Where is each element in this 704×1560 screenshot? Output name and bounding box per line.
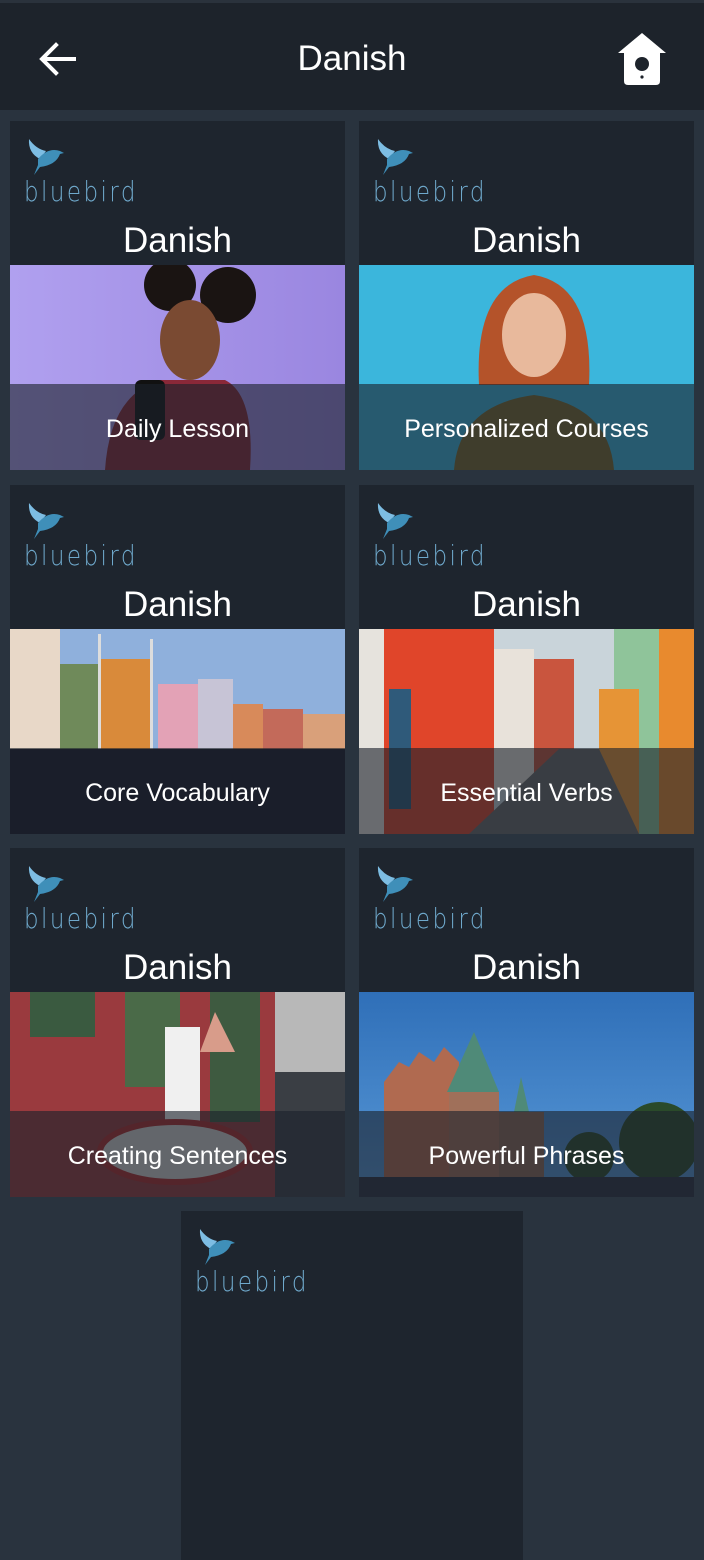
course-card-personalized-courses[interactable]: bluebird Danish Personalized Courses: [359, 121, 694, 470]
app-bar: Danish: [0, 0, 704, 110]
bluebird-icon: [377, 503, 413, 539]
course-card-powerful-phrases[interactable]: bluebird Danish Powerful Phrases: [359, 848, 694, 1197]
bluebird-logo: bluebird: [195, 1225, 335, 1305]
language-label: Danish: [472, 948, 581, 987]
bluebird-logo: bluebird: [24, 862, 164, 942]
bluebird-logo: bluebird: [24, 135, 164, 215]
language-label: Danish: [123, 221, 232, 260]
bluebird-icon: [28, 866, 64, 902]
course-card-core-vocabulary[interactable]: bluebird Danish Core Vocabulary: [10, 485, 345, 834]
brand-name: bluebird: [24, 902, 138, 935]
bluebird-icon: [28, 139, 64, 175]
bluebird-icon: [28, 503, 64, 539]
brand-name: bluebird: [373, 539, 487, 572]
course-title: Daily Lesson: [105, 415, 250, 443]
course-title: Personalized Courses: [404, 415, 649, 443]
brand-name: bluebird: [24, 175, 138, 208]
brand-name: bluebird: [373, 902, 487, 935]
page-title: Danish: [297, 39, 407, 78]
bluebird-logo: bluebird: [24, 499, 164, 579]
course-title: Powerful Phrases: [428, 1142, 625, 1170]
bluebird-icon: [199, 1229, 235, 1265]
course-title: Core Vocabulary: [85, 779, 270, 807]
birdhouse-home-icon: [618, 33, 666, 85]
language-label: Danish: [472, 221, 581, 260]
brand-name: bluebird: [24, 539, 138, 572]
course-title: Creating Sentences: [67, 1142, 288, 1170]
course-card-partial[interactable]: bluebird: [181, 1211, 523, 1560]
bluebird-logo: bluebird: [373, 499, 513, 579]
course-image: Personalized Courses: [359, 265, 694, 470]
language-label: Danish: [472, 585, 581, 624]
bluebird-logo: bluebird: [373, 135, 513, 215]
course-image: Core Vocabulary: [10, 629, 345, 834]
brand-name: bluebird: [373, 175, 487, 208]
bluebird-icon: [377, 139, 413, 175]
language-label: Danish: [123, 948, 232, 987]
course-image: Creating Sentences: [10, 992, 345, 1197]
brand-name: bluebird: [195, 1265, 309, 1298]
course-image: Daily Lesson: [10, 265, 345, 470]
course-card-daily-lesson[interactable]: bluebird Danish Daily Lesson: [10, 121, 345, 470]
course-card-creating-sentences[interactable]: bluebird Danish Creating Sentences: [10, 848, 345, 1197]
home-button[interactable]: [616, 31, 668, 87]
language-label: Danish: [123, 585, 232, 624]
bluebird-icon: [377, 866, 413, 902]
course-title: Essential Verbs: [440, 779, 613, 807]
course-image: Essential Verbs: [359, 629, 694, 834]
course-image: Powerful Phrases: [359, 992, 694, 1197]
course-card-essential-verbs[interactable]: bluebird Danish Essential Verbs: [359, 485, 694, 834]
bluebird-logo: bluebird: [373, 862, 513, 942]
